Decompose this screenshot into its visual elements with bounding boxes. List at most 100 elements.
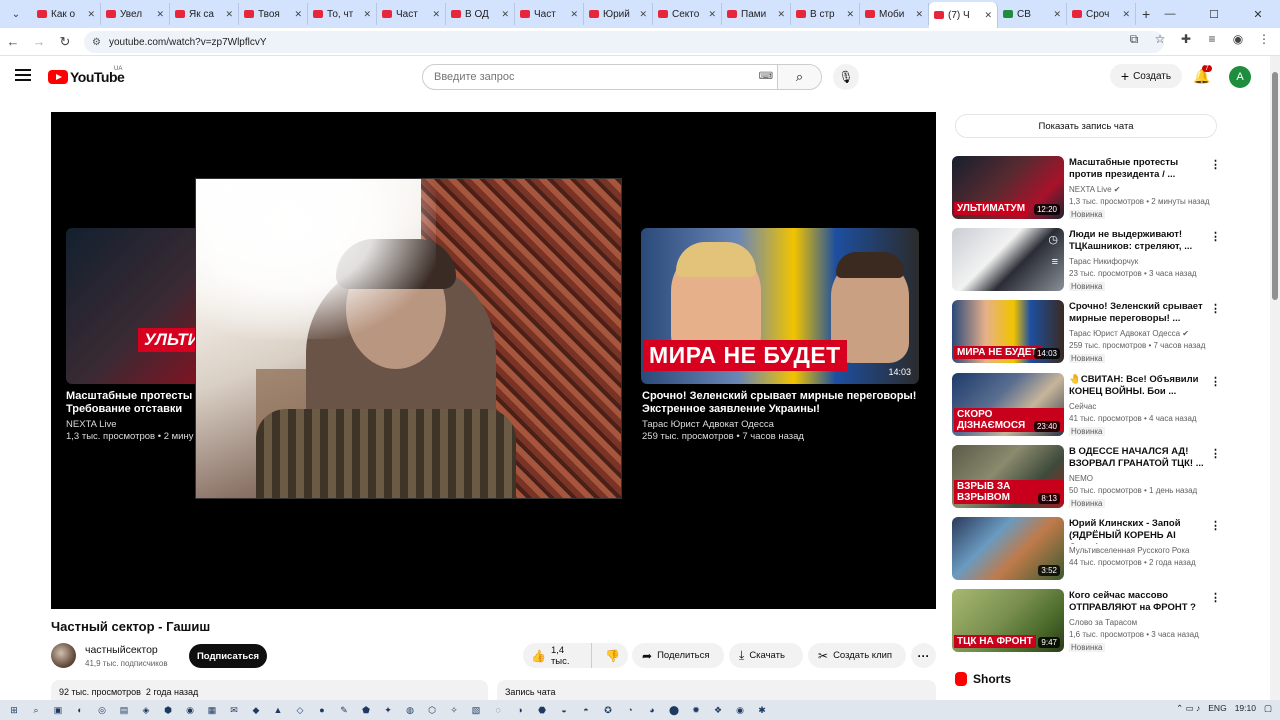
voice-search-button[interactable]: 🎙 [833,64,859,90]
browser-tab[interactable]: Пами ✕ [722,3,791,25]
app-icon[interactable]: ✪ [600,703,616,717]
app-icon[interactable]: ⬟ [358,703,374,717]
close-tab-icon[interactable]: ✕ [639,9,647,20]
video-thumbnail[interactable]: 3:52 [952,517,1064,580]
app-icon[interactable]: ◍ [402,703,418,717]
task-view-icon[interactable]: ▣ [50,703,66,717]
close-tab-icon[interactable]: ✕ [294,9,302,20]
recommended-video[interactable]: МИРА НЕ БУДЕТ 14:03 Срочно! Зеленский срыв… [952,300,1222,364]
more-options-icon[interactable]: ⋮ [1210,158,1221,171]
profile-icon[interactable]: ◉ [1228,32,1248,47]
browser-tab[interactable]: То, чт ✕ [308,3,377,25]
extensions-icon[interactable]: ✚ [1176,32,1196,47]
app-icon[interactable]: ✉ [226,703,242,717]
more-options-icon[interactable]: ⋮ [1210,519,1221,532]
back-icon[interactable]: ← [0,34,26,49]
close-tab-icon[interactable]: ✕ [87,9,95,20]
reload-icon[interactable]: ↻ [52,34,78,50]
close-tab-icon[interactable]: ✕ [708,9,716,20]
app-icon[interactable]: ◓ [578,703,594,717]
app-icon[interactable]: ◆ [248,703,264,717]
recommended-video[interactable]: УЛЬТИМАТУМ 12:20 Масштабные протесты проти… [952,156,1222,220]
video-title[interactable]: Люди не выдерживают! ТЦКашников: стреляю… [1069,229,1204,253]
video-thumbnail[interactable]: ВЗРЫВ ЗА ВЗРЫВОМ 8:13 [952,444,1064,508]
channel-name[interactable]: Сейчас [1069,402,1096,411]
video-thumbnail[interactable]: УЛЬТИМАТУМ 12:20 [952,156,1064,219]
site-info-icon[interactable]: ⚙ [92,37,101,48]
browser-tab[interactable]: Част ✕ [515,3,584,25]
install-app-icon[interactable]: ⧉ [1124,32,1144,47]
app-icon[interactable]: ✎ [336,703,352,717]
page-scrollbar[interactable] [1270,56,1280,700]
app-icon[interactable]: ▧ [468,703,484,717]
browser-tab[interactable]: Сроч ✕ [1067,3,1136,25]
close-tab-icon[interactable]: ✕ [984,10,992,21]
recommended-video[interactable]: 3:52 Юрий Клинских - Запой (ЯДРЁНЫЙ КОРЕН… [952,517,1222,581]
app-icon[interactable]: ▦ [204,703,220,717]
app-icon[interactable]: ▤ [116,703,132,717]
close-tab-icon[interactable]: ✕ [1122,9,1130,20]
channel-name[interactable]: Мультивселенная Русского Рока [1069,546,1189,555]
app-icon[interactable]: ◇ [292,703,308,717]
keyboard-icon[interactable]: ⌨ [759,71,773,82]
app-icon[interactable]: ◐ [72,703,88,717]
browser-tab[interactable]: Моби ✕ [860,3,929,25]
maximize-icon[interactable]: ☐ [1192,8,1236,21]
recommended-video[interactable]: ВЗРЫВ ЗА ВЗРЫВОМ 8:13 В ОДЕССЕ НАЧАЛСЯ АД!… [952,444,1222,509]
channel-name[interactable]: Тарас Юрист Адвокат Одесса ✔ [1069,329,1189,338]
minimize-icon[interactable]: — [1148,8,1192,20]
tab-search-icon[interactable]: ⌄ [4,2,28,26]
scrollbar-thumb[interactable] [1272,72,1278,300]
channel-name[interactable]: частныйсектор [85,644,158,656]
clip-button[interactable]: ✂ Создать клип [808,643,906,668]
watch-later-icon[interactable]: ◷ [1048,233,1058,246]
show-chat-replay-button[interactable]: Показать запись чата [955,114,1217,138]
app-icon[interactable]: ◈ [138,703,154,717]
clock[interactable]: 19:10 [1235,703,1256,714]
add-to-queue-icon[interactable]: ≡ [1052,256,1058,268]
close-tab-icon[interactable]: ✕ [570,9,578,20]
app-icon[interactable]: ◕ [644,703,660,717]
video-title[interactable]: Юрий Клинских - Запой (ЯДРЁНЫЙ КОРЕНЬ AI… [1069,518,1204,544]
video-title[interactable]: Кого сейчас массово ОТПРАВЛЯЮТ на ФРОНТ … [1069,590,1204,616]
browser-tab[interactable]: Как о ✕ [32,3,101,25]
video-title[interactable]: В ОДЕССЕ НАЧАЛСЯ АД! ВЗОРВАЛ ГРАНАТОЙ ТЦ… [1069,446,1204,470]
channel-name[interactable]: Тарас Никифорчук [1069,257,1138,266]
video-player[interactable]: УЛЬТИ Масштабные протесты п Требование о… [51,112,936,609]
youtube-logo[interactable]: YouTube UA [48,66,125,85]
search-input[interactable] [423,71,743,83]
share-button[interactable]: ➦ Поделиться [632,643,724,668]
channel-avatar[interactable] [51,643,76,668]
close-tab-icon[interactable]: ✕ [225,9,233,20]
more-options-icon[interactable]: ⋮ [1210,230,1221,243]
browser-menu-icon[interactable]: ⋮ [1254,32,1274,47]
app-icon[interactable]: ◔ [622,703,638,717]
recommended-video[interactable]: ТЦК НА ФРОНТ 9:47 Кого сейчас массово ОТПР… [952,589,1222,653]
app-icon[interactable]: ⬡ [424,703,440,717]
more-options-icon[interactable]: ⋮ [1210,591,1221,604]
browser-tab[interactable]: Секто ✕ [653,3,722,25]
channel-name[interactable]: Слово за Тарасом [1069,618,1137,627]
browser-tab[interactable]: Твоя ✕ [239,3,308,25]
start-icon[interactable]: ⊞ [6,703,22,717]
endscreen-video-card[interactable]: МИРА НЕ БУДЕТ 14:03 [641,228,919,384]
input-language[interactable]: ENG [1208,703,1226,714]
download-button[interactable]: ⤓ Скачать [729,643,803,668]
more-actions-icon[interactable]: ··· [911,643,936,668]
video-title[interactable]: Срочно! Зеленский срывает мирные перегов… [1069,301,1204,325]
channel-name[interactable]: NEMO [1069,474,1093,483]
account-avatar[interactable]: A [1229,66,1251,88]
close-tab-icon[interactable]: ✕ [846,9,854,20]
reading-list-icon[interactable]: ≡ [1202,32,1222,47]
app-icon[interactable]: ◉ [182,703,198,717]
app-icon[interactable]: ✧ [446,703,462,717]
browser-tab[interactable]: В ОД ✕ [446,3,515,25]
dislike-button[interactable]: 👎 [597,649,628,663]
search-button[interactable]: ⌕ [777,65,821,89]
app-icon[interactable]: ⬣ [534,703,550,717]
notifications-icon[interactable]: ▢ [1264,703,1272,714]
video-title[interactable]: 🤚СВИТАН: Все! Объявили КОНЕЦ ВОЙНЫ. Бои … [1069,374,1204,398]
app-icon[interactable]: ◌ [490,703,506,717]
subscribe-button[interactable]: Подписаться [189,644,267,668]
app-icon[interactable]: ✹ [688,703,704,717]
